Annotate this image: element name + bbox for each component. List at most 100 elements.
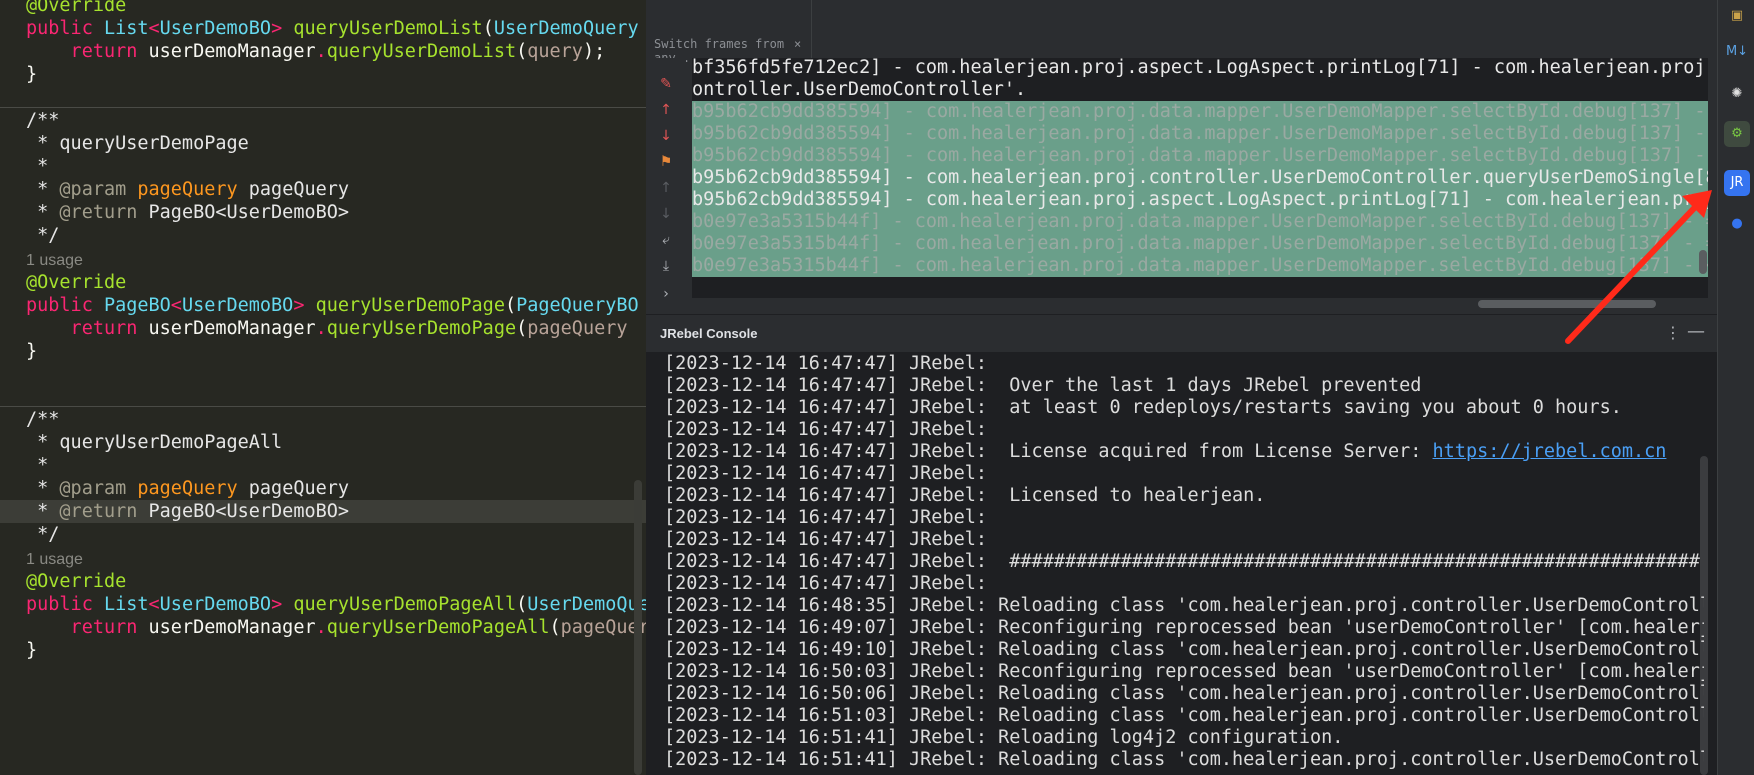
code-token: @Override (26, 571, 127, 592)
code-token: pageQuery (248, 179, 350, 200)
code-line[interactable]: } (0, 63, 646, 86)
code-line[interactable]: * @return PageBO<UserDemoBO> (0, 201, 646, 224)
code-line[interactable]: /** (0, 408, 646, 431)
log-gutter-toolbar: ✎ ↑ ↓ ⚑ ↑ ↓ ⤶ ⤓ › (646, 58, 686, 314)
brush-icon[interactable]: ✎ (656, 74, 676, 94)
code-line[interactable]: public List<UserDemoBO> queryUserDemoPag… (0, 593, 646, 616)
code-line[interactable]: return userDemoManager.queryUserDemoPage… (0, 317, 646, 340)
code-line[interactable]: return userDemoManager.queryUserDemoList… (0, 40, 646, 63)
code-line[interactable]: * @param pageQuery pageQuery (0, 178, 646, 201)
minimize-icon[interactable]: — (1687, 321, 1705, 342)
database-icon[interactable]: ● (1724, 211, 1750, 237)
code-line-content: * @return PageBO<UserDemoBO> (0, 202, 349, 223)
code-line[interactable]: * (0, 155, 646, 178)
code-token: UserDemoQuery (527, 594, 646, 615)
code-token: * (26, 478, 60, 499)
code-token: } (26, 640, 38, 661)
code-token: UserDemoBO (181, 295, 294, 316)
console-line: [2023-12-14 16:47:47] JRebel: (664, 463, 1704, 485)
jrebel-console-icon[interactable]: JR (1724, 170, 1750, 196)
console-line-text: [2023-12-14 16:47:47] JRebel: (664, 573, 988, 594)
code-token: . (315, 318, 327, 339)
log-line[interactable]: ontroller.UserDemoController'. (692, 79, 1708, 101)
console-line: [2023-12-14 16:47:47] JRebel: (664, 573, 1704, 595)
log-line[interactable]: b95b62cb9dd385594] - com.healerjean.proj… (692, 101, 1708, 123)
code-line[interactable]: 1 usage (0, 248, 646, 271)
code-line-content: 1 usage (0, 249, 83, 270)
log-line[interactable]: b95b62cb9dd385594] - com.healerjean.proj… (692, 123, 1708, 145)
code-line[interactable]: * (0, 454, 646, 477)
console-line-text: [2023-12-14 16:47:47] JRebel: License ac… (664, 441, 1433, 462)
usage-hint[interactable]: 1 usage (26, 252, 83, 269)
console-line: [2023-12-14 16:47:47] JRebel: (664, 419, 1704, 441)
code-token: */ (26, 225, 60, 246)
log-output[interactable]: f356fd5fe712ec2] - com.healerjean.proj.c… (692, 58, 1708, 298)
code-line-content: return userDemoManager.queryUserDemoList… (0, 41, 606, 62)
code-token: pageQuery (137, 179, 249, 200)
code-token: } (26, 64, 38, 85)
log-line[interactable]: b95b62cb9dd385594] - com.healerjean.proj… (692, 145, 1708, 167)
license-server-link[interactable]: https://jrebel.com.cn (1433, 441, 1667, 462)
arrow-down-icon[interactable]: ↓ (656, 126, 676, 146)
code-editor[interactable]: @Override public List<UserDemoBO> queryUs… (0, 0, 646, 775)
jrebel-setup-icon[interactable]: ⚙ (1724, 121, 1750, 147)
log-horizontal-scrollbar[interactable] (1478, 300, 1656, 308)
log-line[interactable]: bf356fd5fe712ec2] - com.healerjean.proj.… (692, 58, 1708, 79)
arrow-up-icon[interactable]: ↑ (656, 100, 676, 120)
code-token: ( (482, 18, 494, 39)
code-line[interactable]: return userDemoManager.queryUserDemoPage… (0, 616, 646, 639)
console-line-text: [2023-12-14 16:47:47] JRebel: (664, 419, 988, 440)
code-line[interactable]: */ (0, 523, 646, 546)
code-line[interactable]: * queryUserDemoPage (0, 132, 646, 155)
markdown-icon[interactable]: M↓ (1724, 39, 1750, 65)
editor-scrollbar[interactable] (634, 480, 642, 775)
log-vertical-scrollbar[interactable] (1699, 250, 1707, 274)
code-token: < (170, 295, 182, 316)
console-line-text: [2023-12-14 16:47:47] JRebel: (664, 529, 988, 550)
openai-icon[interactable]: ✺ (1724, 81, 1750, 107)
code-line[interactable]: public PageBO<UserDemoBO> queryUserDemoP… (0, 294, 646, 317)
usage-hint[interactable]: 1 usage (26, 551, 83, 568)
log-line[interactable]: b0e97e3a5315b44f] - com.healerjean.proj.… (692, 233, 1708, 255)
code-line-content: * (0, 455, 48, 476)
code-token: . (315, 41, 327, 62)
console-line-text: [2023-12-14 16:47:47] JRebel: (664, 353, 988, 374)
code-token: pageQuery (248, 478, 350, 499)
code-line[interactable]: @Override (0, 570, 646, 593)
console-line-text: [2023-12-14 16:47:47] JRebel: Licensed t… (664, 485, 1266, 506)
code-token: */ (26, 524, 60, 545)
code-line[interactable]: public List<UserDemoBO> queryUserDemoLis… (0, 17, 646, 40)
code-line[interactable]: } (0, 639, 646, 662)
code-token: ( (516, 41, 528, 62)
code-line[interactable]: */ (0, 224, 646, 247)
code-token: pageQuery (137, 478, 249, 499)
code-line[interactable]: } (0, 340, 646, 363)
log-line[interactable]: b95b62cb9dd385594] - com.healerjean.proj… (692, 189, 1708, 211)
code-token: @return (59, 202, 149, 223)
code-token: List (103, 18, 149, 39)
code-token: ( (549, 617, 561, 638)
soft-wrap-icon[interactable]: ⤶ (656, 230, 676, 250)
code-token: queryUserDemoPage (315, 295, 505, 316)
code-line[interactable]: * @param pageQuery pageQuery (0, 477, 646, 500)
code-line[interactable]: /** (0, 109, 646, 132)
code-token: return (26, 41, 149, 62)
code-line-content: * @param pageQuery pageQuery (0, 179, 349, 200)
code-line[interactable]: @Override (0, 0, 646, 17)
code-line[interactable]: * queryUserDemoPageAll (0, 431, 646, 454)
close-icon[interactable]: × (794, 37, 801, 51)
code-line[interactable]: * @return PageBO<UserDemoBO> (0, 500, 646, 523)
log-line[interactable]: b0e97e3a5315b44f] - com.healerjean.proj.… (692, 255, 1708, 277)
more-options-icon[interactable]: ⋮ (1665, 323, 1681, 342)
code-line[interactable]: @Override (0, 271, 646, 294)
expand-icon[interactable]: › (656, 284, 676, 304)
code-token: public (26, 18, 104, 39)
code-line-content: } (0, 64, 37, 85)
code-line[interactable]: 1 usage (0, 547, 646, 570)
jrebel-console-output[interactable]: [2023-12-14 16:47:47] JRebel: [2023-12-14… (646, 352, 1717, 775)
scroll-to-end-icon[interactable]: ⤓ (656, 256, 676, 276)
log-line[interactable]: b0e97e3a5315b44f] - com.healerjean.proj.… (692, 211, 1708, 233)
plugins-icon[interactable]: ▣ (1724, 3, 1750, 29)
log-line[interactable]: b95b62cb9dd385594] - com.healerjean.proj… (692, 167, 1708, 189)
filter-icon[interactable]: ⚑ (656, 152, 676, 172)
